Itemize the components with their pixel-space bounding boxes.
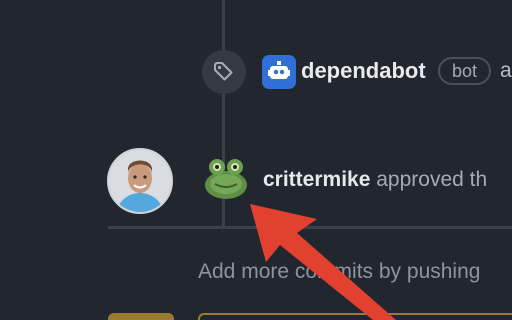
review-action-text: approved th [376, 168, 488, 191]
user-avatar[interactable] [107, 148, 173, 214]
dependabot-username-link[interactable]: dependabot [301, 55, 426, 87]
pull-request-timeline-view: dependabot bot a crittermike approved th… [0, 0, 512, 320]
dependabot-robot-icon[interactable] [262, 55, 296, 89]
review-summary: crittermike approved th [263, 165, 487, 195]
warning-box-edge [198, 313, 512, 320]
event-action-fragment: a [500, 59, 512, 82]
reviewer-username-link[interactable]: crittermike [263, 168, 370, 191]
warning-chip [108, 313, 174, 320]
bot-badge: bot [438, 57, 492, 85]
push-commits-hint: Add more commits by pushing [198, 260, 481, 283]
timeline-divider [108, 226, 512, 229]
tag-icon [202, 50, 246, 94]
frog-avatar[interactable] [202, 154, 250, 202]
